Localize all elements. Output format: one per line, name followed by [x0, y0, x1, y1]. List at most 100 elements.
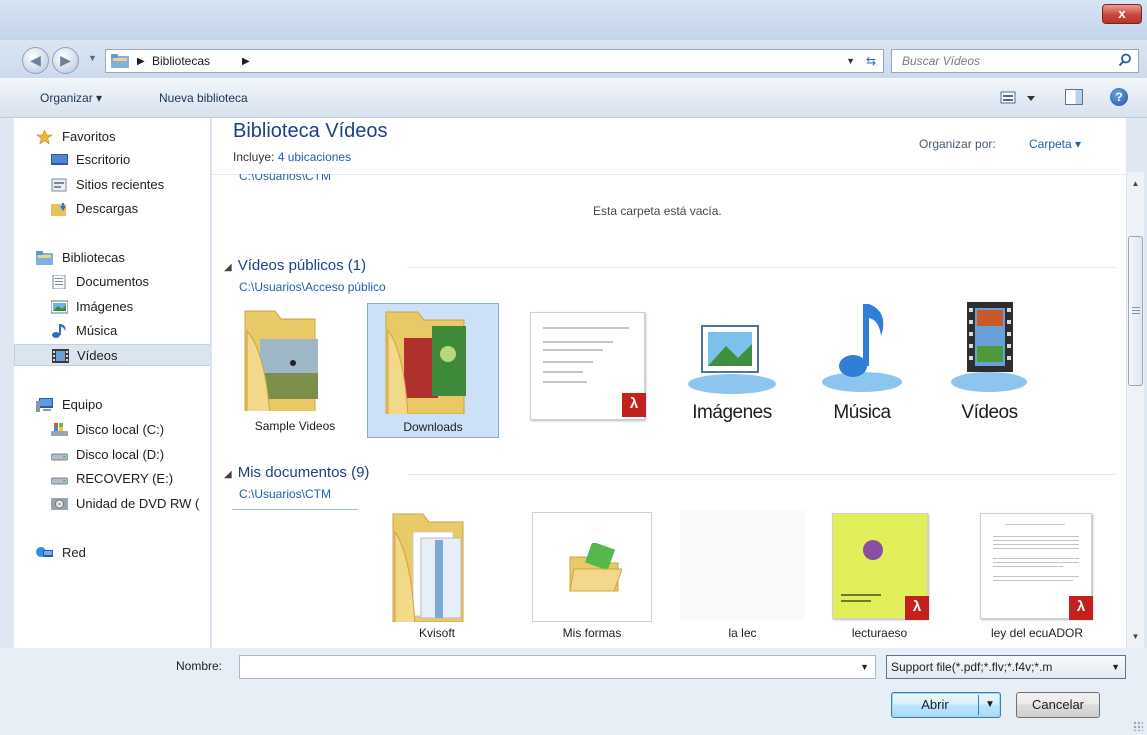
item-kvisoft[interactable]: Kvisoft: [377, 510, 497, 642]
help-icon[interactable]: ?: [1110, 88, 1128, 106]
nav-disk-d[interactable]: Disco local (D:): [14, 444, 210, 466]
downloads-folder-thumbnail: [385, 311, 466, 414]
header-divider: [212, 174, 1126, 175]
item-mis-formas[interactable]: Mis formas: [532, 512, 652, 642]
includes-label: Incluye:: [233, 150, 275, 164]
nav-images[interactable]: Imágenes: [14, 296, 210, 318]
view-options-icon[interactable]: [1000, 90, 1040, 106]
scrolled-group-path[interactable]: C:\Usuarios\CTM: [239, 174, 331, 182]
scroll-down-icon[interactable]: ▼: [1127, 628, 1144, 645]
focus-underline: [232, 509, 358, 510]
item-pdf-document[interactable]: λ: [530, 312, 650, 422]
pdf-icon: λ: [905, 596, 929, 620]
item-images-library[interactable]: Imágenes: [682, 316, 782, 434]
item-ley-ecuador[interactable]: λ ley del ecuADOR: [977, 510, 1097, 642]
breadcrumb-separator-icon[interactable]: ▶: [242, 56, 250, 67]
nav-network[interactable]: Red: [14, 542, 210, 564]
chevron-down-icon[interactable]: ▼: [1111, 656, 1120, 678]
open-button[interactable]: Abrir ▼: [891, 692, 1001, 718]
item-la-lec[interactable]: la lec: [680, 510, 805, 642]
item-downloads[interactable]: Downloads: [367, 303, 499, 438]
open-options-icon[interactable]: ▼: [981, 693, 999, 717]
nav-recent-places[interactable]: Sitios recientes: [14, 174, 210, 196]
group-path-mydocs[interactable]: C:\Usuarios\CTM: [239, 487, 331, 501]
group-header-public[interactable]: ◢ Vídeos públicos (1): [224, 257, 366, 274]
filename-dropdown-icon[interactable]: ▼: [860, 662, 869, 672]
organize-button[interactable]: Organizar ▾: [40, 91, 102, 105]
scrollbar-thumb[interactable]: [1128, 236, 1143, 386]
preview-pane-icon[interactable]: [1065, 89, 1083, 105]
address-dropdown-icon[interactable]: ▼: [846, 56, 855, 66]
nav-desktop[interactable]: Escritorio: [14, 149, 210, 171]
nav-dvd[interactable]: Unidad de DVD RW (: [14, 493, 210, 515]
cancel-button[interactable]: Cancelar: [1016, 692, 1100, 718]
group-header-mydocs[interactable]: ◢ Mis documentos (9): [224, 464, 369, 481]
refresh-icon[interactable]: ⇆: [861, 52, 881, 70]
videos-icon: [52, 349, 69, 363]
music-icon: [52, 324, 66, 338]
address-bar[interactable]: ▶ Bibliotecas ▶ ▼ ⇆: [105, 49, 884, 73]
videos-library-icon: [951, 302, 1027, 392]
desktop-icon: [51, 154, 68, 165]
filename-combobox[interactable]: ▼: [239, 655, 876, 679]
group-divider: [408, 474, 1115, 475]
scroll-up-icon[interactable]: ▲: [1127, 175, 1144, 192]
content-pane: Biblioteca Vídeos Incluye: 4 ubicaciones…: [212, 118, 1126, 648]
search-box[interactable]: [891, 49, 1139, 73]
library-icon: [36, 251, 53, 265]
arrow-left-icon: ◀: [30, 52, 41, 68]
arrange-by-dropdown[interactable]: Carpeta ▾: [1029, 137, 1081, 151]
collapse-triangle-icon[interactable]: ◢: [224, 262, 232, 273]
close-button[interactable]: x: [1102, 4, 1142, 24]
nav-downloads[interactable]: Descargas: [14, 198, 210, 220]
collapse-triangle-icon[interactable]: ◢: [224, 469, 232, 480]
pdf-icon: λ: [622, 393, 646, 417]
open-button-label: Abrir: [921, 697, 949, 712]
filename-input[interactable]: [240, 656, 840, 678]
resize-grip-icon[interactable]: [1133, 721, 1143, 731]
nav-videos[interactable]: Vídeos: [14, 344, 210, 366]
nav-documents[interactable]: Documentos: [14, 271, 210, 293]
pdf-thumbnail: λ: [832, 513, 929, 620]
music-library-icon: [822, 304, 902, 392]
item-music-library[interactable]: Música: [817, 298, 907, 434]
nav-favorites[interactable]: Favoritos: [14, 126, 210, 148]
images-icon: [51, 300, 68, 314]
forward-button[interactable]: ▶: [52, 47, 79, 74]
pdf-thumbnail: λ: [530, 312, 646, 420]
breadcrumb-libraries[interactable]: Bibliotecas: [152, 54, 210, 68]
dialog-footer: Nombre: ▼ Support file(*.pdf;*.flv;*.f4v…: [0, 648, 1147, 735]
pdf-thumbnail: λ: [980, 513, 1093, 620]
item-lecturaeso[interactable]: λ lecturaeso: [832, 510, 947, 642]
new-library-button[interactable]: Nueva biblioteca: [159, 91, 248, 105]
file-type-select[interactable]: Support file(*.pdf;*.flv;*.f4v;*.m ▼: [886, 655, 1126, 679]
network-icon: [36, 547, 53, 557]
forms-thumbnail: [532, 512, 652, 622]
star-icon: [36, 130, 53, 144]
search-icon[interactable]: [1118, 53, 1132, 67]
documents-icon: [52, 275, 66, 289]
item-videos-library[interactable]: Vídeos: [947, 298, 1032, 434]
nav-music[interactable]: Música: [14, 320, 210, 342]
empty-folder-message: Esta carpeta está vacía.: [593, 204, 722, 218]
arrange-by-label: Organizar por:: [919, 137, 996, 151]
pdf-icon: λ: [1069, 596, 1093, 620]
locations-link[interactable]: 4 ubicaciones: [278, 150, 351, 164]
nav-computer[interactable]: Equipo: [14, 394, 210, 416]
breadcrumb-separator-icon[interactable]: ▶: [137, 56, 145, 67]
folder-thumbnail: [392, 513, 464, 622]
filename-label: Nombre:: [176, 659, 223, 673]
nav-libraries[interactable]: Bibliotecas: [14, 247, 210, 269]
search-input[interactable]: [892, 50, 1102, 72]
library-includes: Incluye: 4 ubicaciones: [233, 150, 351, 164]
back-button[interactable]: ◀: [22, 47, 49, 74]
computer-icon: [36, 398, 53, 412]
group-path-public[interactable]: C:\Usuarios\Acceso público: [239, 280, 386, 294]
nav-recovery[interactable]: RECOVERY (E:): [14, 468, 210, 490]
item-sample-videos[interactable]: Sample Videos: [235, 301, 355, 436]
vertical-scrollbar[interactable]: ▲ ▼: [1126, 172, 1144, 648]
navigation-pane: Favoritos Escritorio Sitios recientes De…: [14, 118, 211, 648]
history-dropdown-icon[interactable]: ▼: [88, 53, 97, 63]
video-folder-thumbnail: [244, 310, 318, 411]
nav-disk-c[interactable]: Disco local (C:): [14, 419, 210, 441]
